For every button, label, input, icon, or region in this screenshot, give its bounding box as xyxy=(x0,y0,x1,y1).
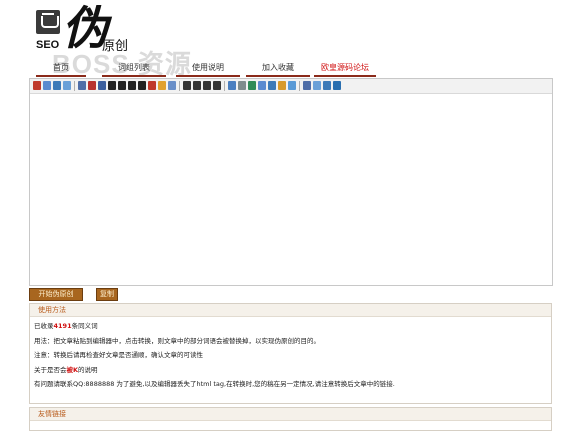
nav-instructions[interactable]: 使用说明 xyxy=(176,62,240,77)
paste-icon[interactable] xyxy=(53,81,61,90)
paste-text-icon[interactable] xyxy=(63,81,71,90)
header: SEO 伪 原创 BOSS 资源 xyxy=(0,0,579,79)
nav-add-favorite[interactable]: 加入收藏 xyxy=(246,62,310,77)
link-icon[interactable] xyxy=(228,81,236,90)
generate-button[interactable]: 开始伪原创 xyxy=(29,288,83,301)
copy-icon[interactable] xyxy=(43,81,51,90)
copy-button[interactable]: 复制 xyxy=(96,288,118,301)
phrase-count: 4191 xyxy=(53,322,72,330)
unordered-list-icon[interactable] xyxy=(213,81,221,90)
source-icon[interactable] xyxy=(303,81,311,90)
links-panel-title: 友情链接 xyxy=(30,408,551,421)
media-icon[interactable] xyxy=(268,81,276,90)
align-left-icon[interactable] xyxy=(183,81,191,90)
align-center-icon[interactable] xyxy=(193,81,201,90)
contact-line: 有问题请联系QQ:8888888 为了避免,以及编辑器丢失了html tag,在… xyxy=(34,380,395,388)
remove-format-icon[interactable] xyxy=(168,81,176,90)
coffee-cup-logo-icon xyxy=(36,10,60,34)
about-line: 关于是否会被K的说明 xyxy=(34,365,98,374)
unlink-icon[interactable] xyxy=(238,81,246,90)
nav-forum[interactable]: 欧皇源码论坛 xyxy=(314,62,376,77)
fullscreen-icon[interactable] xyxy=(323,81,331,90)
format-icon[interactable] xyxy=(78,81,86,90)
note-line: 注意：转换后请再检查好文章是否通顺，确认文章的可读性 xyxy=(34,351,203,359)
rich-text-editor[interactable] xyxy=(29,78,553,286)
ordered-list-icon[interactable] xyxy=(203,81,211,90)
table-icon[interactable] xyxy=(288,81,296,90)
check-icon[interactable] xyxy=(88,81,96,90)
bold-icon[interactable] xyxy=(108,81,116,90)
emoticon-icon[interactable] xyxy=(278,81,286,90)
nav-phrase-list[interactable]: 词组列表 xyxy=(102,62,166,77)
font-color-icon[interactable] xyxy=(98,81,106,90)
nav-home[interactable]: 首页 xyxy=(36,62,86,77)
image-icon[interactable] xyxy=(248,81,256,90)
usage-panel-title: 使用方法 xyxy=(30,304,551,317)
highlight-icon[interactable] xyxy=(158,81,166,90)
italic-icon[interactable] xyxy=(118,81,126,90)
phrase-count-line: 已收录4191条同义词 xyxy=(34,322,98,330)
flash-icon[interactable] xyxy=(258,81,266,90)
strikethrough-icon[interactable] xyxy=(138,81,146,90)
preview-icon[interactable] xyxy=(313,81,321,90)
editor-toolbar xyxy=(30,79,552,94)
usage-line: 用法：把文章粘贴到编辑器中，点击转换，则文章中的部分词语会被替换掉，以实现伪原创… xyxy=(34,336,320,345)
cut-icon[interactable] xyxy=(33,81,41,90)
underline-icon[interactable] xyxy=(128,81,136,90)
usage-panel: 使用方法 已收录4191条同义词 用法：把文章粘贴到编辑器中，点击转换，则文章中… xyxy=(29,303,552,404)
text-color-icon[interactable] xyxy=(148,81,156,90)
about-icon[interactable] xyxy=(333,81,341,90)
links-panel: 友情链接 xyxy=(29,407,552,431)
main-nav: 首页 词组列表 使用说明 加入收藏 欧皇源码论坛 xyxy=(36,62,376,77)
